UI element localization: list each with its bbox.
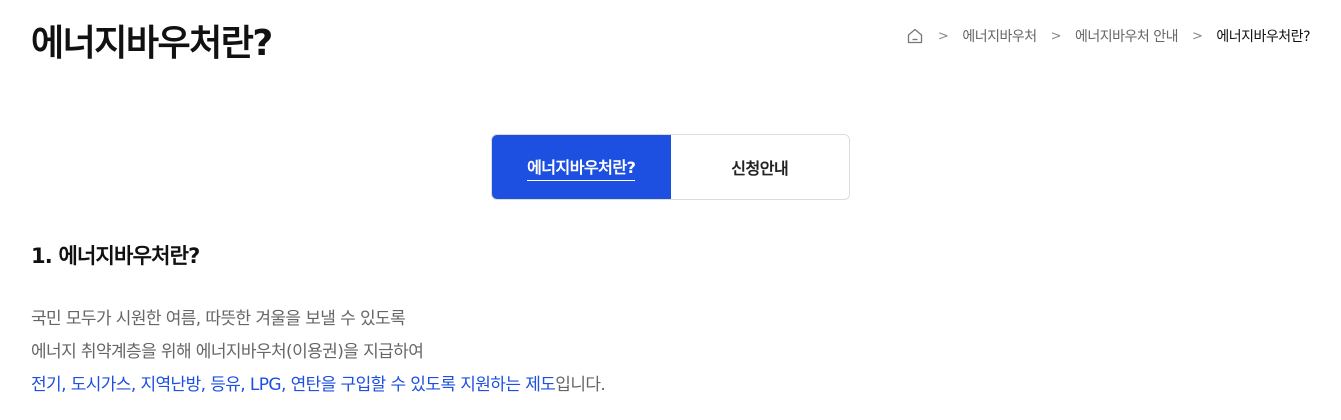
- description-line: 에너지 취약계층을 위해 에너지바우처(이용권)을 지급하여: [31, 342, 424, 362]
- chevron-right-icon: >: [937, 28, 949, 44]
- breadcrumb: > 에너지바우처 > 에너지바우처 안내 > 에너지바우처란?: [906, 26, 1310, 46]
- page-title: 에너지바우처란?: [31, 23, 273, 64]
- breadcrumb-item-voucher-guide[interactable]: 에너지바우처 안내: [1075, 26, 1179, 46]
- tab-bar: 에너지바우처란? 신청안내: [491, 134, 850, 200]
- breadcrumb-item-energy-voucher[interactable]: 에너지바우처: [962, 26, 1037, 46]
- breadcrumb-home-link[interactable]: [906, 27, 924, 45]
- tab-label: 에너지바우처란?: [527, 154, 636, 181]
- tab-label: 신청안내: [731, 159, 789, 178]
- tab-what-is-voucher[interactable]: 에너지바우처란?: [492, 135, 671, 199]
- breadcrumb-item-current: 에너지바우처란?: [1216, 29, 1310, 45]
- home-icon: [907, 28, 923, 44]
- highlight-text: 전기, 도시가스, 지역난방, 등유, LPG, 연탄을 구입할 수 있도록 지…: [31, 375, 556, 395]
- section-description: 국민 모두가 시원한 여름, 따뜻한 겨울을 보낼 수 있도록 에너지 취약계층…: [31, 303, 606, 402]
- section-heading: 1. 에너지바우처란?: [31, 244, 200, 268]
- description-suffix: 입니다.: [555, 375, 606, 395]
- tab-application-guide[interactable]: 신청안내: [670, 135, 849, 199]
- chevron-right-icon: >: [1192, 28, 1203, 44]
- chevron-right-icon: >: [1050, 28, 1062, 44]
- description-line: 전기, 도시가스, 지역난방, 등유, LPG, 연탄을 구입할 수 있도록 지…: [31, 369, 606, 402]
- description-line: 국민 모두가 시원한 여름, 따뜻한 겨울을 보낼 수 있도록: [31, 309, 406, 329]
